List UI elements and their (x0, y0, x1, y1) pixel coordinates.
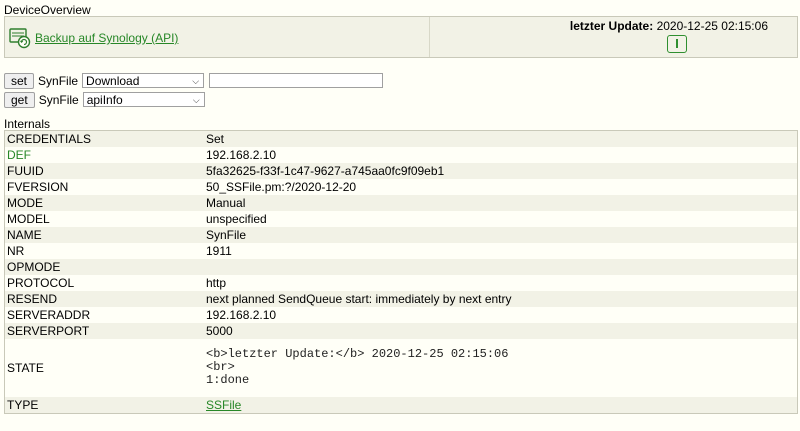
internal-key: TYPE (7, 398, 39, 412)
table-row: SERVERPORT 5000 (4, 323, 798, 339)
state-line: 1:done (206, 373, 250, 387)
internal-value: 192.168.2.10 (206, 148, 277, 162)
internal-value: next planned SendQueue start: immediatel… (206, 292, 512, 306)
device-overview-panel: Backup auf Synology (API) letzter Update… (4, 16, 798, 58)
state-line: <br> (206, 360, 235, 374)
internal-key: PROTOCOL (7, 276, 75, 290)
get-button[interactable]: get (4, 91, 35, 108)
table-row: TYPE SSFile (4, 397, 798, 414)
set-command-select[interactable]: Download ⌵ (82, 73, 205, 88)
get-command-select[interactable]: apiInfo ⌵ (82, 92, 205, 107)
internal-key: FVERSION (7, 180, 69, 194)
table-row: NR 1911 (4, 243, 798, 259)
table-row: MODEL unspecified (4, 211, 798, 227)
state-line: <b>letzter Update:</b> 2020-12-25 02:15:… (206, 347, 509, 361)
backup-link[interactable]: Backup auf Synology (API) (9, 27, 178, 49)
internal-key: NAME (7, 228, 42, 242)
backup-device-icon (9, 28, 31, 49)
type-value-link[interactable]: SSFile (206, 398, 241, 412)
last-update-line: letzter Update: 2020-12-25 02:15:06 (570, 19, 768, 33)
table-row: DEF 192.168.2.10 (4, 147, 798, 163)
state-value: <b>letzter Update:</b> 2020-12-25 02:15:… (204, 339, 798, 397)
table-row: FVERSION 50_SSFile.pm:?/2020-12-20 (4, 179, 798, 195)
backup-link-label[interactable]: Backup auf Synology (API) (35, 31, 178, 45)
set-selected-value: Download (86, 74, 140, 88)
device-overview-title: DeviceOverview (4, 3, 91, 17)
internal-value: Manual (206, 196, 246, 210)
def-key-link[interactable]: DEF (7, 148, 31, 162)
set-command-row: set SynFile Download ⌵ (4, 72, 384, 89)
internal-value: SynFile (206, 228, 247, 242)
internal-value: http (206, 276, 227, 290)
internal-value: 5fa32625-f33f-1c47-9627-a745aa0fc9f09eb1 (206, 164, 445, 178)
table-row: CREDENTIALS Set (4, 130, 798, 147)
table-row: RESEND next planned SendQueue start: imm… (4, 291, 798, 307)
internal-value: 192.168.2.10 (206, 308, 277, 322)
internal-value: 5000 (206, 324, 233, 338)
internal-key: STATE (7, 361, 44, 375)
table-row: OPMODE (4, 259, 798, 275)
internal-key: OPMODE (7, 260, 61, 274)
internals-title: Internals (4, 117, 51, 131)
internal-key: NR (7, 244, 25, 258)
overview-link-cell: Backup auf Synology (API) (5, 17, 430, 57)
internal-key: SERVERPORT (7, 324, 90, 338)
set-button[interactable]: set (4, 72, 35, 89)
get-selected-value: apiInfo (86, 93, 123, 107)
internals-table: CREDENTIALS Set DEF 192.168.2.10 FUUID 5… (4, 130, 798, 414)
table-row: FUUID 5fa32625-f33f-1c47-9627-a745aa0fc9… (4, 163, 798, 179)
internal-key: RESEND (7, 292, 58, 306)
internal-key: MODEL (7, 212, 50, 226)
internal-key: FUUID (7, 164, 44, 178)
toggle-switch-icon[interactable] (667, 35, 687, 53)
get-command-row: get SynFile apiInfo ⌵ (4, 91, 205, 108)
chevron-down-icon: ⌵ (192, 76, 200, 86)
table-row: SERVERADDR 192.168.2.10 (4, 307, 798, 323)
internal-value: 50_SSFile.pm:?/2020-12-20 (206, 180, 357, 194)
table-row: NAME SynFile (4, 227, 798, 243)
chevron-down-icon: ⌵ (192, 95, 200, 105)
internal-value: unspecified (206, 212, 267, 226)
internal-key: MODE (7, 196, 43, 210)
table-row: STATE <b>letzter Update:</b> 2020-12-25 … (4, 339, 798, 397)
table-row: PROTOCOL http (4, 275, 798, 291)
table-row: MODE Manual (4, 195, 798, 211)
last-update-value: 2020-12-25 02:15:06 (656, 19, 768, 33)
set-device-name: SynFile (38, 73, 79, 88)
internal-value: Set (206, 132, 225, 146)
internal-key: SERVERADDR (7, 308, 91, 322)
get-device-name: SynFile (38, 92, 79, 107)
overview-status-cell: letzter Update: 2020-12-25 02:15:06 (430, 17, 798, 57)
last-update-label: letzter Update: (569, 19, 654, 33)
internal-key: CREDENTIALS (7, 132, 92, 146)
set-value-input[interactable] (209, 73, 384, 88)
internal-value (204, 259, 798, 275)
internal-value: 1911 (206, 244, 232, 258)
